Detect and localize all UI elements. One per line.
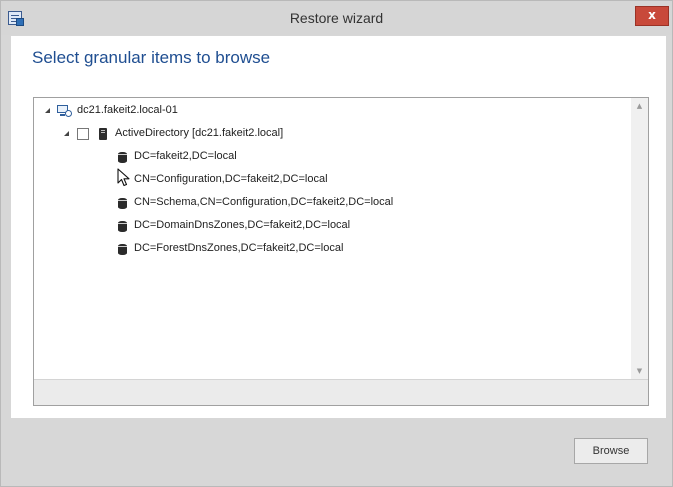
close-button[interactable]: x	[635, 6, 669, 26]
close-icon: x	[648, 8, 656, 22]
page-title: Select granular items to browse	[32, 48, 271, 67]
tree-node-label: dc21.fakeit2.local-01	[77, 104, 178, 116]
horizontal-scrollbar[interactable]	[34, 379, 648, 405]
database-icon	[118, 152, 127, 163]
tree-node-partition[interactable]: CN=Configuration,DC=fakeit2,DC=local	[118, 172, 438, 190]
title-bar[interactable]: Restore wizard x	[1, 1, 672, 35]
database-icon	[118, 198, 127, 209]
collapse-arrow-icon[interactable]	[44, 107, 52, 115]
server-icon	[99, 128, 107, 140]
granular-items-tree[interactable]: dc21.fakeit2.local-01 ActiveDirectory [d…	[33, 97, 649, 406]
tree-node-partition[interactable]: CN=Schema,CN=Configuration,DC=fakeit2,DC…	[118, 195, 438, 213]
tree-node-label: CN=Schema,CN=Configuration,DC=fakeit2,DC…	[134, 196, 394, 208]
tree-node-partition[interactable]: DC=DomainDnsZones,DC=fakeit2,DC=local	[118, 218, 438, 236]
database-icon	[118, 221, 127, 232]
wizard-footer: Browse	[11, 418, 666, 481]
mouse-cursor-icon	[117, 168, 130, 187]
tree-view: dc21.fakeit2.local-01 ActiveDirectory [d…	[34, 98, 631, 379]
collapse-arrow-icon[interactable]	[63, 130, 71, 138]
database-icon	[118, 244, 127, 255]
computer-icon	[57, 105, 72, 117]
scroll-up-icon[interactable]: ▲	[631, 98, 648, 114]
scroll-down-icon[interactable]: ▼	[631, 363, 648, 379]
tree-node-label: DC=ForestDnsZones,DC=fakeit2,DC=local	[134, 242, 344, 254]
wizard-content: Select granular items to browse dc21.fak…	[11, 36, 666, 418]
tree-node-label: CN=Configuration,DC=fakeit2,DC=local	[134, 173, 328, 185]
tree-node-label: ActiveDirectory [dc21.fakeit2.local]	[115, 127, 284, 139]
activedirectory-checkbox[interactable]	[77, 128, 89, 140]
tree-node-partition[interactable]: DC=ForestDnsZones,DC=fakeit2,DC=local	[118, 241, 438, 259]
vertical-scrollbar[interactable]: ▲ ▼	[631, 98, 648, 379]
browse-button[interactable]: Browse	[574, 438, 648, 464]
window-title: Restore wizard	[289, 10, 384, 26]
tree-node-label: DC=fakeit2,DC=local	[134, 150, 237, 162]
restore-wizard-window: Restore wizard x Select granular items t…	[0, 0, 673, 487]
tree-node-partition[interactable]: DC=fakeit2,DC=local	[118, 149, 418, 167]
tree-node-root[interactable]: dc21.fakeit2.local-01	[44, 103, 344, 121]
tree-node-activedirectory[interactable]: ActiveDirectory [dc21.fakeit2.local]	[63, 126, 363, 144]
tree-node-label: DC=DomainDnsZones,DC=fakeit2,DC=local	[134, 219, 351, 231]
